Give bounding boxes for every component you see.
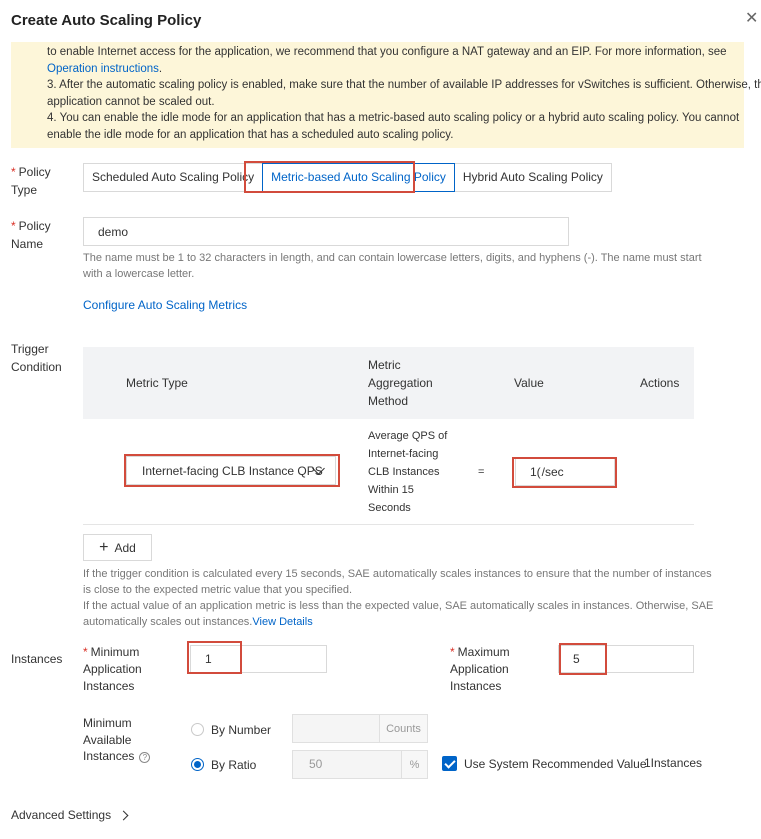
operation-instructions-link[interactable]: Operation instructions [47,63,159,75]
chevron-right-icon [118,810,129,820]
by-number-label: By Number [211,723,272,737]
close-icon[interactable]: ✕ [745,11,758,27]
notice-line: to enable Internet access for the applic… [47,46,727,58]
policy-name-value: demo [98,224,129,239]
by-number-input[interactable]: Counts [292,714,428,743]
add-button-label: Add [114,540,136,555]
by-number-radio[interactable] [191,723,204,736]
min-instances-input[interactable]: 1 [190,645,327,673]
help-question-icon[interactable]: ? [139,752,151,763]
tab-hybrid-policy[interactable]: Hybrid Auto Scaling Policy [453,163,612,192]
metric-value-input[interactable]: 1(/sec [515,458,615,486]
min-instances-label: * Minimum Application Instances [83,645,142,693]
add-condition-button[interactable]: + Add [83,534,152,561]
policy-name-label: * Policy Name [11,219,51,251]
by-ratio-input[interactable]: 50 % [292,750,428,779]
view-details-link[interactable]: View Details [252,616,312,628]
tab-scheduled-policy[interactable]: Scheduled Auto Scaling Policy [83,163,264,192]
header-actions: Actions [640,376,680,390]
trigger-help: If the trigger condition is calculated e… [83,568,714,628]
notice-line: application cannot be scaled out. [47,95,215,108]
trigger-condition-label: Trigger Condition [11,342,62,374]
by-ratio-label: By Ratio [211,758,257,772]
max-instances-value: 5 [573,652,580,666]
policy-name-help: The name must be 1 to 32 characters in l… [83,252,702,280]
max-instances-input[interactable]: 5 [558,645,694,673]
dialog-header: Create Auto Scaling Policy ✕ [0,0,761,42]
by-ratio-radio[interactable] [191,758,204,771]
metric-type-select[interactable]: Internet-facing CLB Instance QPS [126,456,336,485]
notice-link-suffix: . [158,62,163,75]
header-aggregation-method: Metric Aggregation Method [368,358,433,408]
use-recommended-label: Use System Recommended Value [464,757,647,771]
configure-metrics-link[interactable]: Configure Auto Scaling Metrics [83,298,247,312]
operator-equals: = [478,466,485,478]
min-instances-value: 1 [205,652,212,666]
use-recommended-checkbox[interactable] [442,756,457,771]
dialog-title: Create Auto Scaling Policy [11,12,202,29]
min-available-label: Minimum Available Instances? [83,715,151,765]
plus-icon: + [99,538,109,556]
policy-type-label: * Policy Type [11,165,51,197]
instances-label: Instances [11,652,63,666]
metric-value: 1( [530,465,541,479]
header-value: Value [514,376,544,390]
metric-type-value: Internet-facing CLB Instance QPS [142,463,323,478]
notice-link-line: Operation instructions. [47,61,744,78]
notice-banner: to enable Internet access for the applic… [11,42,761,148]
percent-suffix: % [401,751,427,778]
ratio-value: 50 [309,757,323,771]
advanced-settings-label: Advanced Settings [11,808,112,822]
recommended-count: 1Instances [644,756,703,770]
trigger-table: Metric Type Metric Aggregation Method Va… [83,347,694,525]
header-metric-type: Metric Type [126,376,188,390]
table-header: Metric Type Metric Aggregation Method Va… [83,347,694,419]
policy-name-input[interactable]: demo [83,217,569,246]
aggregation-method-cell: Average QPS of Internet-facing CLB Insta… [368,430,448,514]
policy-type-selector: Scheduled Auto Scaling Policy Metric-bas… [83,163,612,192]
tab-metric-based-policy[interactable]: Metric-based Auto Scaling Policy [262,163,455,192]
counts-suffix: Counts [379,715,427,742]
notice-line: 3. After the automatic scaling policy is… [47,79,761,91]
max-instances-label: * Maximum Application Instances [450,645,510,693]
advanced-settings-toggle[interactable]: Advanced Settings [11,808,129,822]
notice-line: 4. You can enable the idle mode for an a… [47,112,740,124]
notice-line: enable the idle mode for an application … [47,128,454,141]
metric-unit: /sec [541,465,564,479]
